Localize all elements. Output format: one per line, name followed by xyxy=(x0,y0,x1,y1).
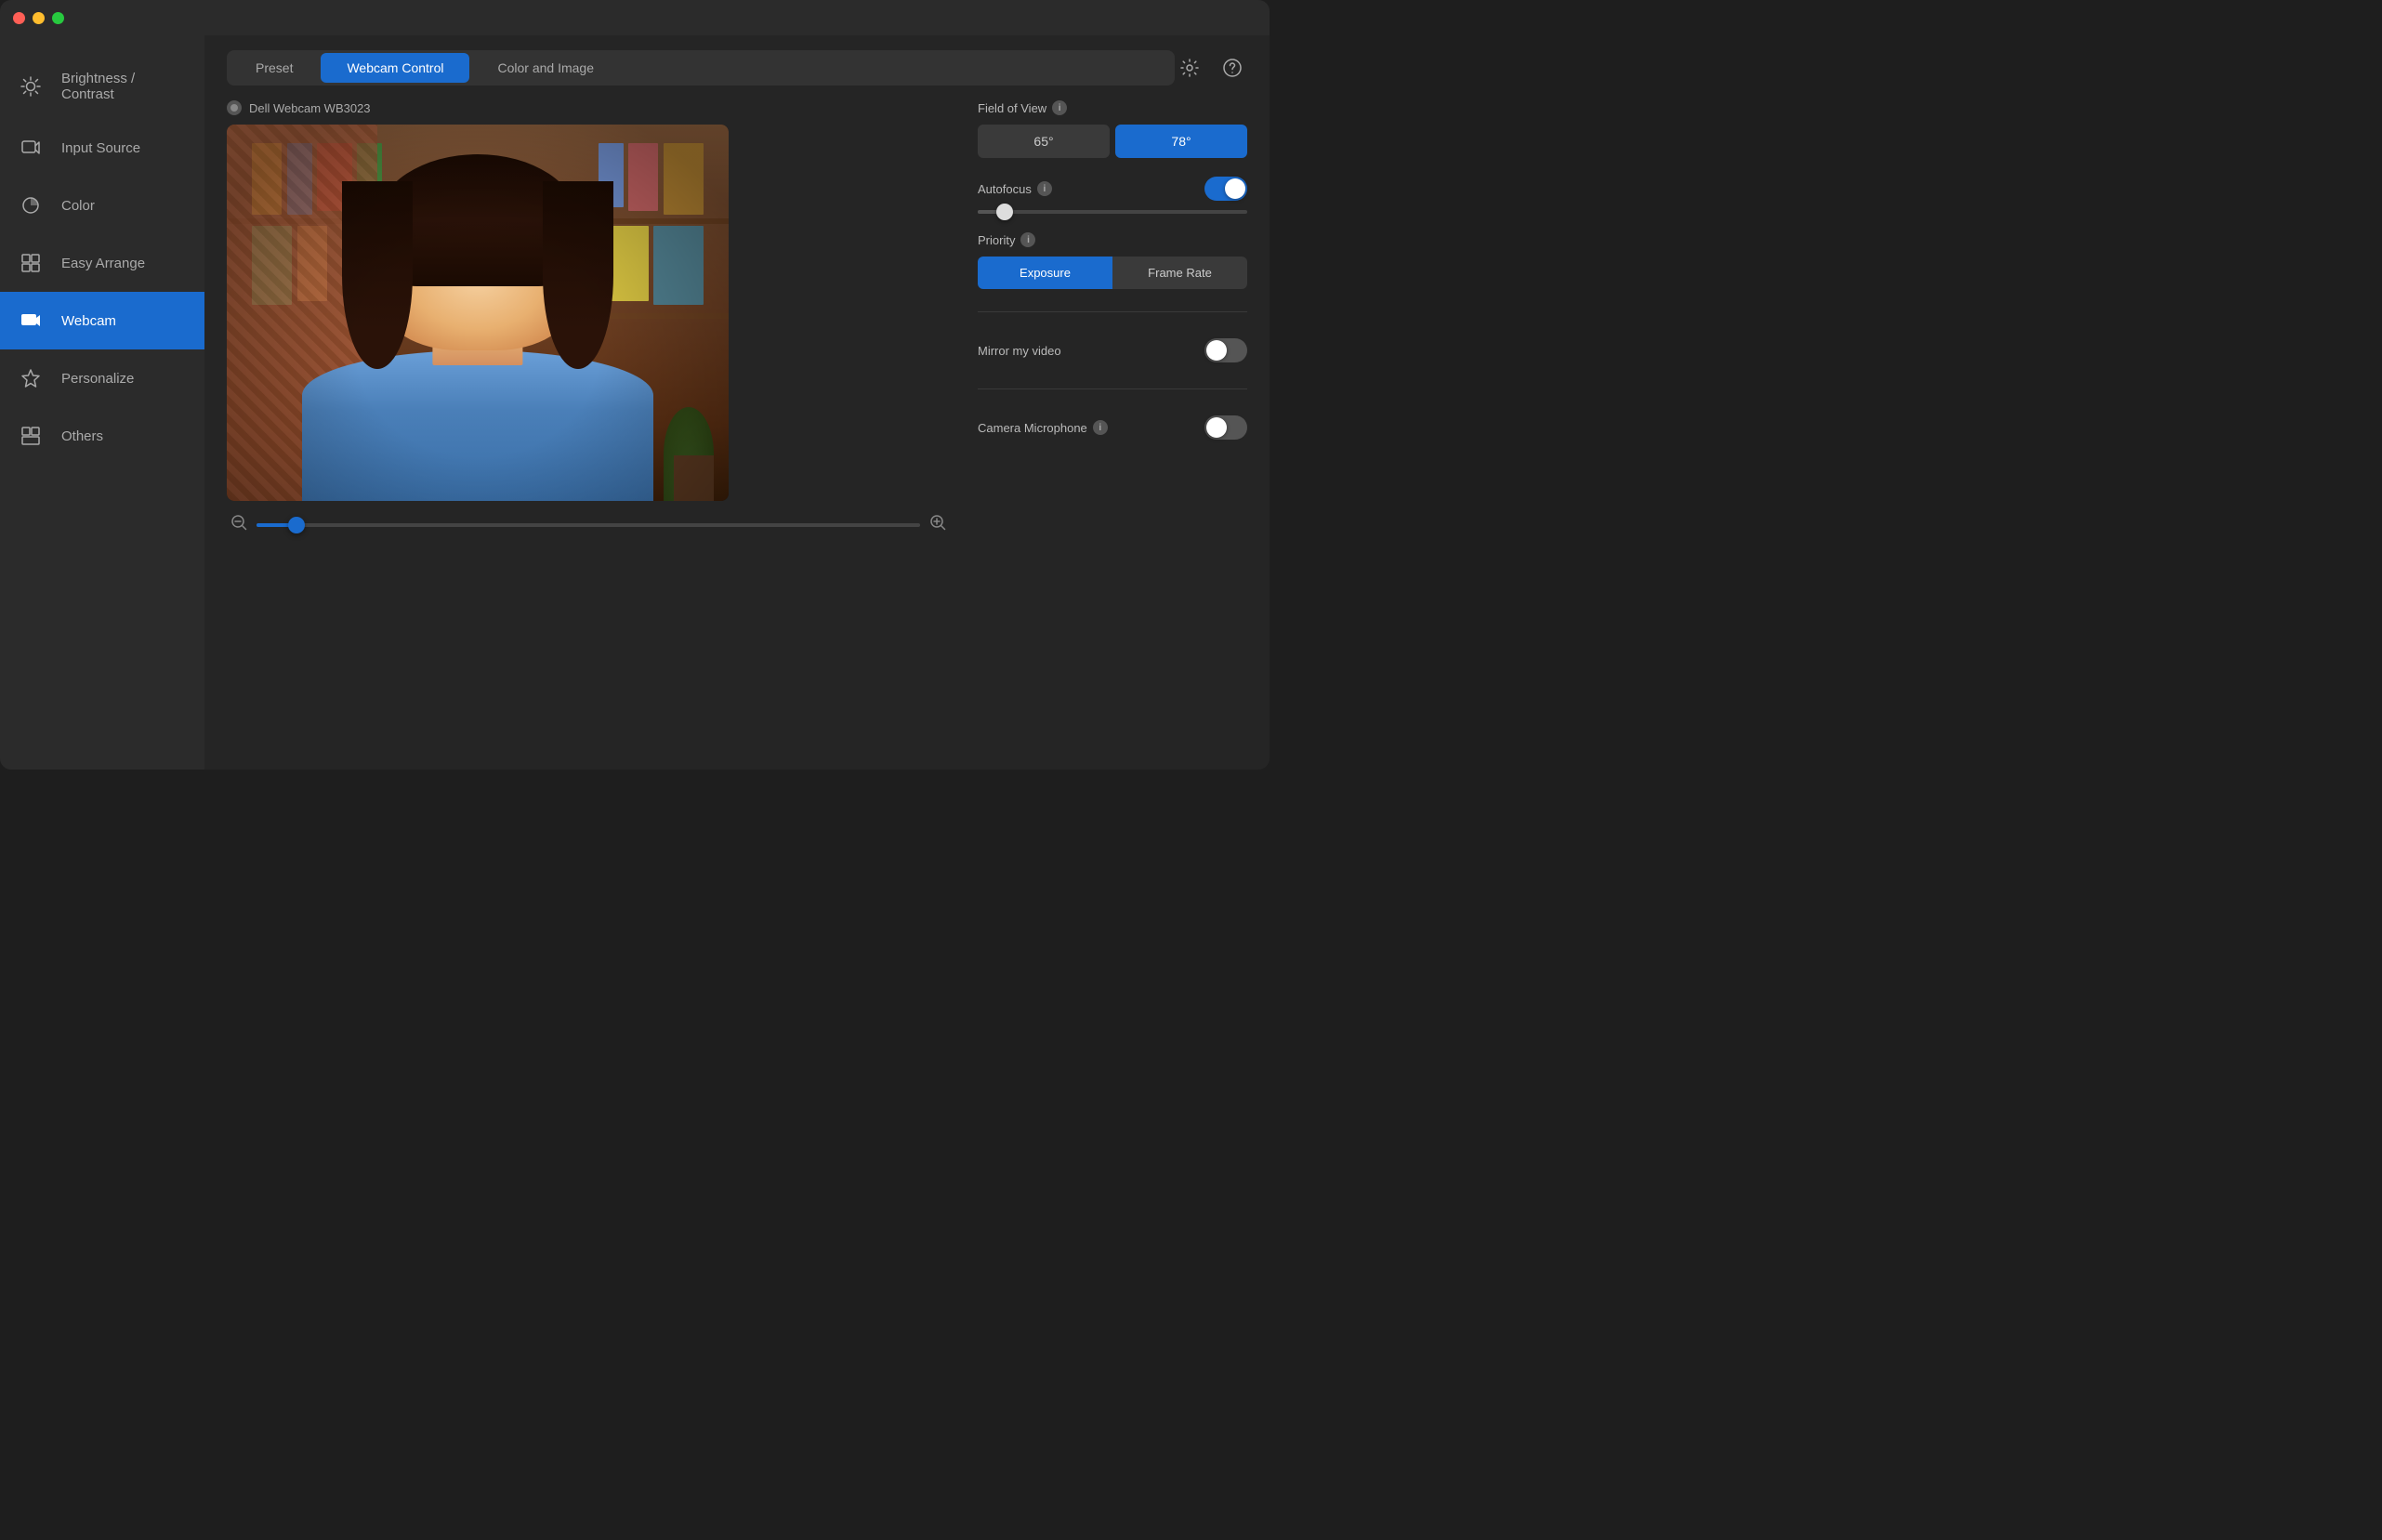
autofocus-label-text: Autofocus xyxy=(978,182,1032,196)
autofocus-slider-thumb[interactable] xyxy=(996,204,1013,220)
sidebar-item-webcam[interactable]: Webcam xyxy=(0,292,204,349)
sidebar-item-personalize[interactable]: Personalize xyxy=(0,349,204,407)
color-icon xyxy=(19,193,43,217)
tab-color-and-image[interactable]: Color and Image xyxy=(471,53,620,83)
tab-preset[interactable]: Preset xyxy=(230,53,319,83)
sidebar-item-others[interactable]: Others xyxy=(0,407,204,465)
mirror-video-label: Mirror my video xyxy=(978,344,1061,358)
fov-label-row: Field of View i xyxy=(978,100,1247,115)
sidebar-color-label: Color xyxy=(61,198,95,214)
personalize-icon xyxy=(19,366,43,390)
priority-label-text: Priority xyxy=(978,233,1015,247)
webcam-right-panel: Field of View i 65° 78° Autofocus xyxy=(950,100,1247,747)
autofocus-row: Autofocus i xyxy=(978,177,1247,201)
camera-microphone-row: Camera Microphone i xyxy=(978,412,1247,443)
microphone-label-row: Camera Microphone i xyxy=(978,420,1108,435)
microphone-info-icon[interactable]: i xyxy=(1093,420,1108,435)
zoom-control xyxy=(227,514,950,535)
priority-button-group: Exposure Frame Rate xyxy=(978,257,1247,289)
tab-group-container: Preset Webcam Control Color and Image xyxy=(227,50,1175,86)
zoom-in-icon[interactable] xyxy=(929,514,946,535)
webcam-photo xyxy=(227,125,729,501)
sidebar-item-input-source[interactable]: Input Source xyxy=(0,119,204,177)
autofocus-label-row: Autofocus i xyxy=(978,181,1052,196)
sidebar: Brightness / Contrast Input Source xyxy=(0,35,204,770)
microphone-toggle[interactable] xyxy=(1204,415,1247,440)
top-bar: Preset Webcam Control Color and Image xyxy=(204,35,1270,100)
top-bar-icons xyxy=(1175,53,1247,83)
priority-exposure-button[interactable]: Exposure xyxy=(978,257,1112,289)
field-of-view-section: Field of View i 65° 78° xyxy=(978,100,1247,158)
sidebar-webcam-label: Webcam xyxy=(61,313,116,329)
sidebar-item-easy-arrange[interactable]: Easy Arrange xyxy=(0,234,204,292)
title-bar xyxy=(0,0,1270,35)
zoom-slider-thumb[interactable] xyxy=(288,517,305,533)
fov-65-button[interactable]: 65° xyxy=(978,125,1110,158)
help-button[interactable] xyxy=(1217,53,1247,83)
fov-info-icon[interactable]: i xyxy=(1052,100,1067,115)
settings-button[interactable] xyxy=(1175,53,1204,83)
maximize-button[interactable] xyxy=(52,12,64,24)
zoom-slider-track[interactable] xyxy=(257,523,920,527)
microphone-label-text: Camera Microphone xyxy=(978,421,1087,435)
sidebar-brightness-label: Brightness / Contrast xyxy=(61,71,186,102)
camera-label-container: Dell Webcam WB3023 xyxy=(227,100,950,115)
input-source-icon xyxy=(19,136,43,160)
brightness-icon xyxy=(19,74,43,99)
sidebar-item-color[interactable]: Color xyxy=(0,177,204,234)
traffic-lights xyxy=(13,12,64,24)
vignette-overlay xyxy=(227,125,729,501)
priority-frame-rate-button[interactable]: Frame Rate xyxy=(1112,257,1247,289)
camera-name-text: Dell Webcam WB3023 xyxy=(249,101,371,115)
autofocus-section: Autofocus i xyxy=(978,177,1247,214)
divider-2 xyxy=(978,388,1247,389)
autofocus-toggle-thumb xyxy=(1225,178,1245,199)
others-icon xyxy=(19,424,43,448)
camera-status-dot xyxy=(227,100,242,115)
webcam-icon xyxy=(19,309,43,333)
webcam-left-panel: Dell Webcam WB3023 xyxy=(227,100,950,747)
webcam-content: Dell Webcam WB3023 xyxy=(204,100,1270,770)
sidebar-item-brightness-contrast[interactable]: Brightness / Contrast xyxy=(0,54,204,119)
autofocus-toggle[interactable] xyxy=(1204,177,1247,201)
divider-1 xyxy=(978,311,1247,312)
sidebar-easy-arrange-label: Easy Arrange xyxy=(61,256,145,271)
tab-group: Preset Webcam Control Color and Image xyxy=(227,50,1175,86)
sidebar-others-label: Others xyxy=(61,428,103,444)
fov-78-button[interactable]: 78° xyxy=(1115,125,1247,158)
priority-section: Priority i Exposure Frame Rate xyxy=(978,232,1247,289)
fov-label-text: Field of View xyxy=(978,101,1046,115)
priority-label-row: Priority i xyxy=(978,232,1247,247)
app-window: Brightness / Contrast Input Source xyxy=(0,0,1270,770)
main-layout: Brightness / Contrast Input Source xyxy=(0,35,1270,770)
priority-info-icon[interactable]: i xyxy=(1020,232,1035,247)
close-button[interactable] xyxy=(13,12,25,24)
webcam-preview xyxy=(227,125,729,501)
autofocus-slider-track[interactable] xyxy=(978,210,1247,214)
content-area: Preset Webcam Control Color and Image xyxy=(204,35,1270,770)
zoom-out-icon[interactable] xyxy=(230,514,247,535)
sidebar-personalize-label: Personalize xyxy=(61,371,134,387)
fov-button-group: 65° 78° xyxy=(978,125,1247,158)
mirror-video-row: Mirror my video xyxy=(978,335,1247,366)
mirror-toggle-thumb xyxy=(1206,340,1227,361)
autofocus-info-icon[interactable]: i xyxy=(1037,181,1052,196)
tab-webcam-control[interactable]: Webcam Control xyxy=(321,53,469,83)
sidebar-input-source-label: Input Source xyxy=(61,140,140,156)
easy-arrange-icon xyxy=(19,251,43,275)
microphone-toggle-thumb xyxy=(1206,417,1227,438)
minimize-button[interactable] xyxy=(33,12,45,24)
mirror-video-toggle[interactable] xyxy=(1204,338,1247,362)
